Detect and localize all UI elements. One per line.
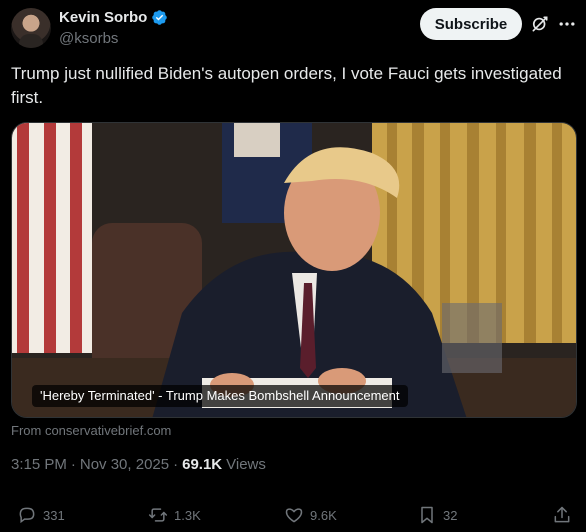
more-horizontal-icon[interactable]: [557, 14, 577, 34]
subscribe-button[interactable]: Subscribe: [420, 8, 522, 40]
bookmark-icon: [421, 506, 433, 524]
link-card-source[interactable]: From conservativebrief.com: [11, 423, 171, 438]
meta-separator: ·: [173, 456, 179, 473]
tweet-card: Kevin Sorbo @ksorbs Subscribe Trump just…: [0, 0, 586, 532]
tweet-text: Trump just nullified Biden's autopen ord…: [11, 64, 562, 107]
tweet-date[interactable]: Nov 30, 2025: [80, 456, 169, 473]
link-card-image[interactable]: 'Hereby Terminated' - Trump Makes Bombsh…: [11, 122, 577, 418]
handle[interactable]: @ksorbs: [59, 30, 118, 47]
link-card-title: 'Hereby Terminated' - Trump Makes Bombsh…: [32, 385, 408, 407]
reply-count: 331: [43, 507, 65, 523]
author-name-row: Kevin Sorbo: [59, 9, 168, 26]
news-photo: [12, 123, 576, 417]
like-count: 9.6K: [310, 507, 337, 523]
repost-count: 1.3K: [174, 507, 201, 523]
bookmark-count: 32: [443, 507, 458, 523]
tweet-actions: 331 1.3K 9.6K 32: [0, 500, 586, 530]
like-button[interactable]: 9.6K: [284, 504, 337, 526]
grok-icon[interactable]: [530, 14, 550, 34]
heart-icon: [285, 508, 303, 523]
reply-icon: [19, 507, 35, 524]
views-count: 69.1K: [182, 456, 223, 473]
tweet-meta: 3:15 PM · Nov 30, 2025 · 69.1K Views: [11, 456, 266, 473]
share-button[interactable]: [552, 504, 572, 526]
display-name[interactable]: Kevin Sorbo: [59, 9, 147, 26]
repost-button[interactable]: 1.3K: [148, 504, 201, 526]
bookmark-button[interactable]: 32: [417, 504, 457, 526]
reply-button[interactable]: 331: [17, 504, 65, 526]
share-icon: [554, 506, 570, 523]
verified-badge-icon: [152, 10, 168, 25]
repost-icon: [148, 508, 168, 522]
meta-separator: ·: [70, 456, 76, 473]
avatar[interactable]: [11, 8, 51, 48]
views-label: Views: [226, 456, 266, 473]
tweet-time[interactable]: 3:15 PM: [11, 456, 67, 473]
